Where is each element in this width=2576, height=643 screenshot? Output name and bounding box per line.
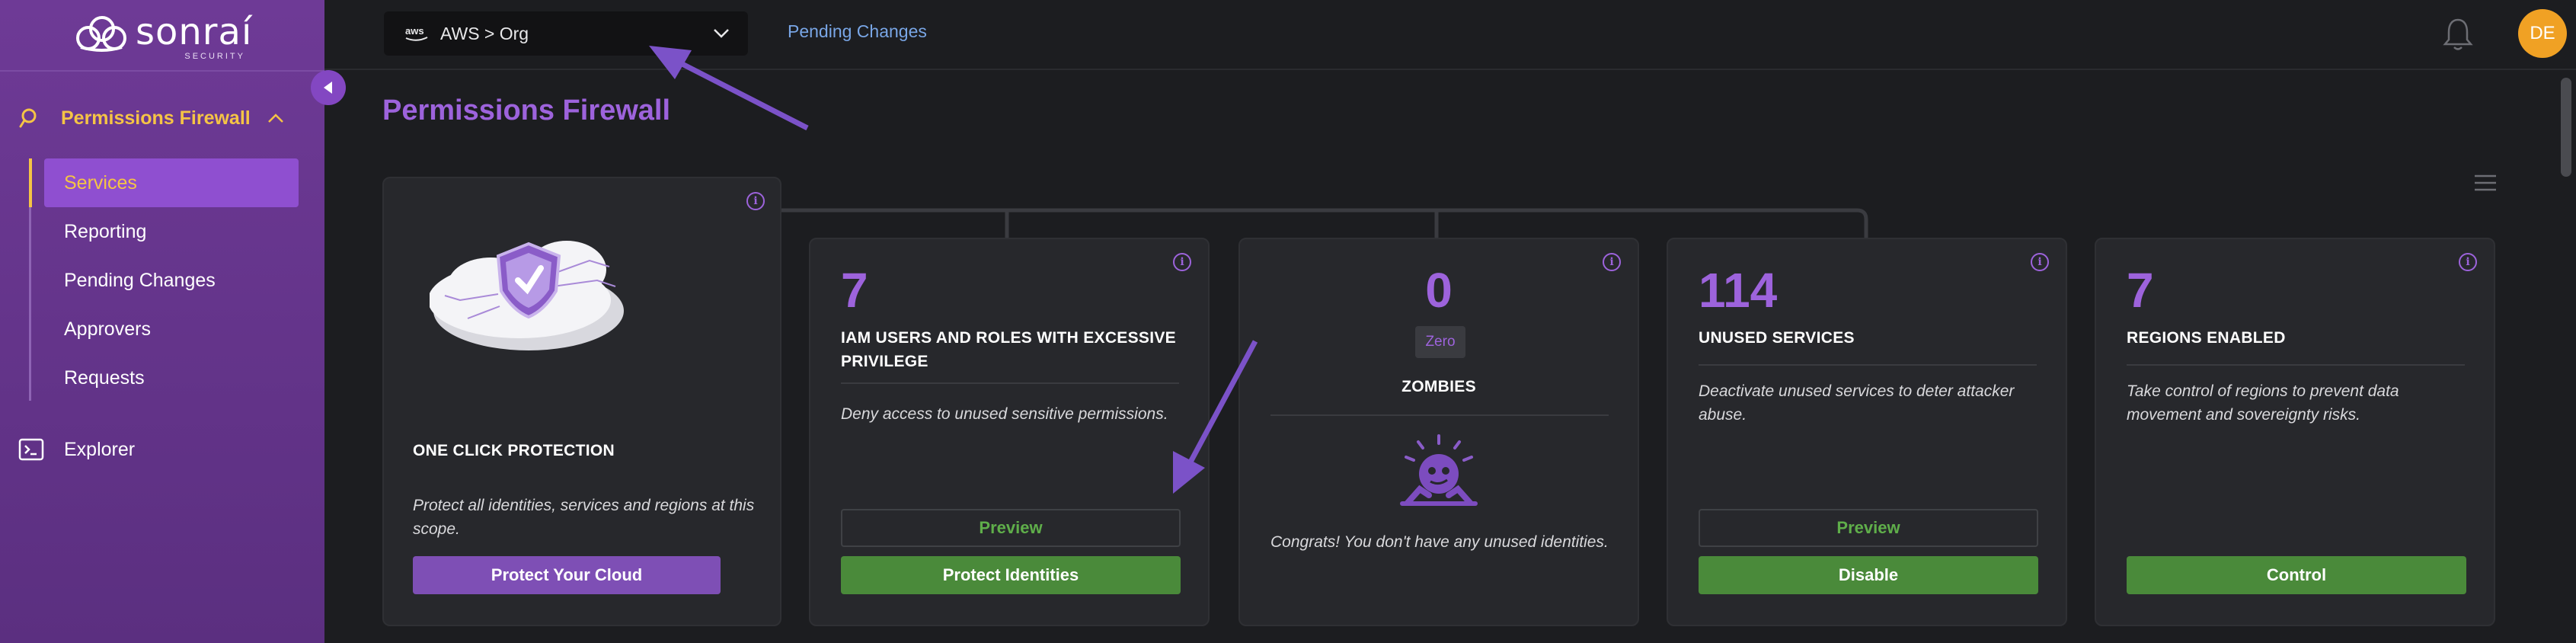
iam-preview-button[interactable]: Preview [841,509,1181,547]
svg-text:aws: aws [405,25,424,37]
info-icon[interactable]: i [2459,253,2477,271]
card-description: Protect all identities, services and reg… [413,497,755,538]
info-icon[interactable]: i [746,192,765,210]
cloud-logo-icon [76,16,126,52]
card-heading: ZOMBIES [1401,378,1476,395]
sidebar: sonraí SECURITY Permissions Firewall Ser… [0,0,324,643]
zombies-card: i 0 ZOMBIES Congrats! You don't have any… [1238,238,1639,626]
unused-preview-button[interactable]: Preview [1699,509,2038,547]
sidebar-collapse-button[interactable] [311,70,346,105]
scroll-thumb[interactable] [2561,78,2571,177]
card-description: Deny access to unused sensitive permissi… [841,405,1168,423]
card-description: Congrats! You don't have any unused iden… [1270,533,1609,551]
sidebar-item-services[interactable]: Services [29,158,299,207]
sidebar-item-explorer[interactable]: Explorer [0,427,135,472]
control-button[interactable]: Control [2127,556,2466,594]
zero-badge: Zero [1415,326,1465,358]
sonrai-logo[interactable]: sonraí SECURITY [72,11,254,61]
sidebar-item-requests[interactable]: Requests [44,353,299,402]
logo-wordmark: sonraí [136,11,253,53]
menu-icon[interactable] [2474,174,2497,192]
one-click-protection-card: i ONE CLICK PROTECTION Protect all ident… [382,177,781,626]
pending-changes-link[interactable]: Pending Changes [788,21,927,42]
bell-icon[interactable] [2442,17,2474,52]
iam-excessive-privilege-card: i 7 IAM USERS AND ROLES WITH EXCESSIVE P… [809,238,1210,626]
terminal-icon [18,438,44,461]
unused-services-count: 114 [1699,263,1778,318]
scope-selector-value: AWS > Org [440,23,529,43]
zombie-icon [1400,434,1478,506]
shield-cloud-icon [430,241,624,350]
info-icon[interactable]: i [2031,253,2049,271]
sidebar-divider [0,70,324,72]
sidebar-section-permissions-firewall[interactable]: Permissions Firewall [0,99,324,137]
collapse-icon [324,82,332,94]
card-heading: UNUSED SERVICES [1699,329,1855,347]
logo-subtitle: SECURITY [184,52,245,61]
unused-services-card: i 114 UNUSED SERVICES Deactivate unused … [1667,238,2067,626]
page-title: Permissions Firewall [382,94,671,126]
iam-count: 7 [841,263,868,318]
card-heading: REGIONS ENABLED [2127,329,2286,347]
card-description: Take control of regions to prevent data … [2127,382,2399,424]
aws-logo-icon: aws [405,25,428,41]
protect-identities-button[interactable]: Protect Identities [841,556,1181,594]
page-scrollbar[interactable] [2556,70,2576,643]
sidebar-item-label: Explorer [64,438,136,460]
sidebar-item-reporting[interactable]: Reporting [44,207,299,256]
top-bar: aws AWS > Org Pending Changes DE [324,0,2576,70]
scope-selector[interactable]: aws AWS > Org [384,11,748,56]
card-divider [841,382,1179,384]
sidebar-section-label: Permissions Firewall [61,107,251,129]
info-icon[interactable]: i [1173,253,1191,271]
card-divider [1699,364,2037,366]
logo-text: sonraí SECURITY [136,11,253,61]
card-heading: IAM USERS AND ROLES WITH EXCESSIVE PRIVI… [841,329,1176,370]
fingerprint-icon [19,108,37,128]
chevron-down-icon [714,29,729,38]
disable-button[interactable]: Disable [1699,556,2038,594]
zombies-count: 0 [1425,263,1453,318]
card-divider [1270,414,1609,416]
user-avatar[interactable]: DE [2518,9,2567,58]
protect-your-cloud-button[interactable]: Protect Your Cloud [413,556,721,594]
sidebar-item-approvers[interactable]: Approvers [44,305,299,353]
regions-enabled-card: i 7 REGIONS ENABLED Take control of regi… [2095,238,2495,626]
chevron-up-icon[interactable] [267,113,284,123]
sidebar-item-pending-changes[interactable]: Pending Changes [44,256,299,305]
regions-count: 7 [2127,263,2154,318]
card-divider [2127,364,2465,366]
card-description: Deactivate unused services to deter atta… [1699,382,2015,424]
card-heading: ONE CLICK PROTECTION [413,442,615,459]
